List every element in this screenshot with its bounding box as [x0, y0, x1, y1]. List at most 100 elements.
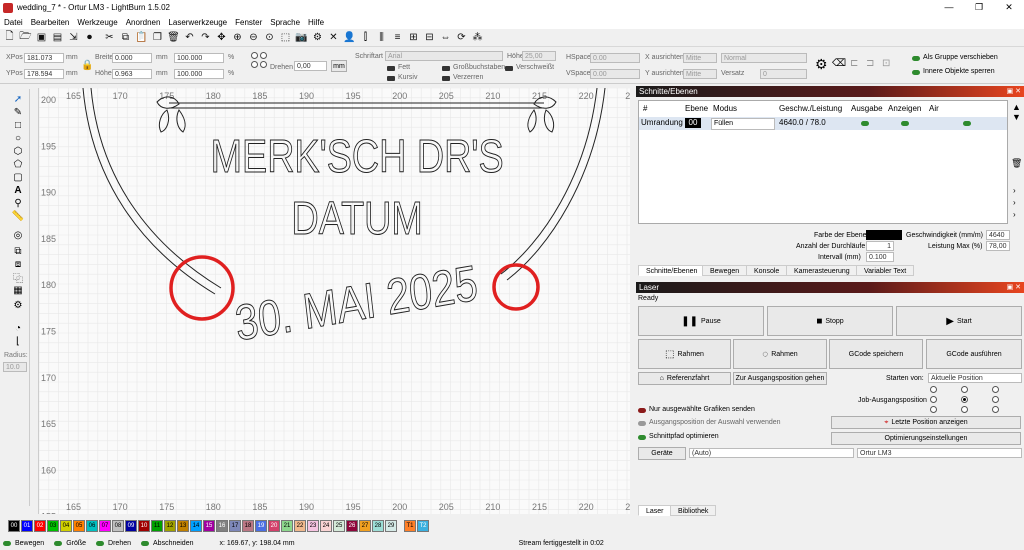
origin-tr[interactable] [992, 386, 999, 393]
output-toggle[interactable] [861, 121, 869, 126]
text-icon[interactable]: A [11, 184, 25, 196]
italic-checkbox[interactable] [387, 76, 395, 81]
speed-field[interactable]: 4640 [986, 230, 1010, 240]
palette-swatch-21[interactable]: 21 [281, 520, 293, 532]
palette-swatch-18[interactable]: 18 [242, 520, 254, 532]
menu-bearbeiten[interactable]: Bearbeiten [27, 18, 74, 27]
vspace-field[interactable]: 0.00 [590, 69, 640, 79]
duplicate-icon[interactable]: ❐ [150, 30, 165, 45]
origin-bc[interactable] [961, 406, 968, 413]
move-up-icon[interactable]: ▲ [1012, 102, 1021, 112]
palette-swatch-03[interactable]: 03 [47, 520, 59, 532]
path-icon[interactable]: ◔ [11, 322, 25, 334]
palette-swatch-T2[interactable]: T2 [417, 520, 429, 532]
layer-color-swatch[interactable] [866, 230, 902, 240]
origin-br[interactable] [992, 406, 999, 413]
menu-laserwerkzeuge[interactable]: Laserwerkzeuge [164, 18, 231, 27]
settings-icon[interactable]: ⚙ [310, 30, 325, 45]
group-icon[interactable]: ⊞ [406, 30, 421, 45]
text-line-1[interactable]: MERK'SCH DR'S [210, 130, 504, 182]
devices-button[interactable]: Geräte [638, 447, 686, 460]
zoom-in-icon[interactable]: ⊕ [230, 30, 245, 45]
ypos-field[interactable]: 178.594 [24, 69, 64, 79]
row-layer-swatch[interactable]: 00 [685, 118, 701, 128]
radius-field[interactable]: 10.0 [3, 362, 27, 372]
select-arrow-icon[interactable]: ➚ [11, 93, 25, 105]
show-last-position-button[interactable]: ⌖ Letzte Position anzeigen [831, 416, 1021, 429]
lock-icon[interactable]: 🔒 [81, 60, 93, 71]
origin-ml[interactable] [930, 396, 937, 403]
palette-swatch-20[interactable]: 20 [268, 520, 280, 532]
anchor-tc[interactable] [260, 52, 267, 59]
machine-icon[interactable]: ⚙ [815, 56, 828, 73]
frame-button-1[interactable]: ⬚ Rahmen [638, 339, 731, 369]
panel-float-icon[interactable]: ▣ ✕ [1007, 86, 1021, 97]
undo-icon[interactable]: ↶ [182, 30, 197, 45]
menu-werkzeuge[interactable]: Werkzeuge [73, 18, 121, 27]
palette-swatch-00[interactable]: 00 [8, 520, 20, 532]
move-icon[interactable]: ✥ [214, 30, 229, 45]
tab-console[interactable]: Konsole [746, 265, 788, 276]
bold-checkbox[interactable] [387, 66, 395, 71]
stop-button[interactable]: ■ Stopp [767, 306, 893, 336]
save-as-icon[interactable]: ▤ [50, 30, 65, 45]
anchor-tl[interactable] [251, 52, 258, 59]
array-icon[interactable]: ⁂ [470, 30, 485, 45]
tab-variable-text[interactable]: Variabler Text [856, 265, 915, 276]
palette-swatch-14[interactable]: 14 [190, 520, 202, 532]
array-tool-icon[interactable]: ▦ [11, 284, 25, 296]
start-button[interactable]: ▶ Start [896, 306, 1022, 336]
xalign-select[interactable]: Mitte [683, 53, 717, 63]
corner-icon[interactable]: ⌊ [11, 335, 25, 347]
save-gcode-button[interactable]: GCode speichern [829, 339, 923, 369]
delete-layer-icon[interactable]: 🗑 [1011, 158, 1022, 169]
tab-camera[interactable]: Kamerasteuerung [786, 265, 858, 276]
palette-swatch-05[interactable]: 05 [73, 520, 85, 532]
palette-swatch-22[interactable]: 22 [294, 520, 306, 532]
use-selection-origin-toggle[interactable] [638, 421, 646, 426]
pause-button[interactable]: ❚❚ Pause [638, 306, 764, 336]
palette-swatch-12[interactable]: 12 [164, 520, 176, 532]
design-canvas[interactable]: 165 165 170 170 175 175 180 180 185 185 190 190 195 1… [38, 88, 630, 514]
height-field[interactable]: 0.963 [112, 69, 152, 79]
anchor-mc[interactable] [260, 61, 267, 68]
palette-swatch-28[interactable]: 28 [372, 520, 384, 532]
scale-height-field[interactable]: 100.000 [174, 69, 224, 79]
hspace-field[interactable]: 0.00 [590, 53, 640, 63]
table-row[interactable]: Umrandung 00 Füllen 4640.0 / 78.0 [639, 117, 1007, 130]
pen-icon[interactable]: ✎ [11, 106, 25, 118]
new-file-icon[interactable]: 🗋 [2, 30, 17, 45]
ellipse-icon[interactable]: ○ [11, 132, 25, 144]
tab-move[interactable]: Bewegen [702, 265, 748, 276]
offset-icon[interactable]: ◎ [11, 229, 25, 241]
mirror-icon[interactable]: ⇔ [438, 30, 453, 45]
palette-swatch-19[interactable]: 19 [255, 520, 267, 532]
width-field[interactable]: 0.000 [112, 53, 152, 63]
measure-icon[interactable]: 📏 [11, 210, 25, 222]
palette-swatch-24[interactable]: 24 [320, 520, 332, 532]
origin-mr[interactable] [992, 396, 999, 403]
offset-field[interactable]: 0 [760, 69, 807, 79]
menu-fenster[interactable]: Fenster [231, 18, 266, 27]
device-select[interactable]: Ortur LM3 [857, 448, 1022, 458]
palette-swatch-T1[interactable]: T1 [404, 520, 416, 532]
cut-toggle[interactable] [141, 540, 150, 546]
palette-swatch-13[interactable]: 13 [177, 520, 189, 532]
scroll-up-icon[interactable]: › [1013, 186, 1016, 195]
align-right-icon[interactable]: ⊡ [882, 58, 890, 69]
text-line-3[interactable]: 30. MAI 2025 [232, 254, 481, 352]
palette-swatch-29[interactable]: 29 [385, 520, 397, 532]
camera-icon[interactable]: 📷 [294, 30, 309, 45]
user-icon[interactable]: 👤 [342, 30, 357, 45]
row-mode-select[interactable]: Füllen [711, 118, 775, 130]
laser-panel-float-icon[interactable]: ▣ ✕ [1007, 282, 1021, 293]
palette-swatch-23[interactable]: 23 [307, 520, 319, 532]
start-from-select[interactable]: Aktuelle Position [928, 373, 1022, 383]
polygon-icon[interactable]: ⬡ [11, 145, 25, 157]
text-line-2[interactable]: DATUM [291, 192, 423, 244]
save-icon[interactable]: ▣ [34, 30, 49, 45]
distort-checkbox[interactable] [442, 76, 450, 81]
palette-swatch-08[interactable]: 08 [112, 520, 124, 532]
boolean-icon[interactable]: ⧈ [11, 258, 25, 270]
xpos-field[interactable]: 181.073 [24, 53, 64, 63]
